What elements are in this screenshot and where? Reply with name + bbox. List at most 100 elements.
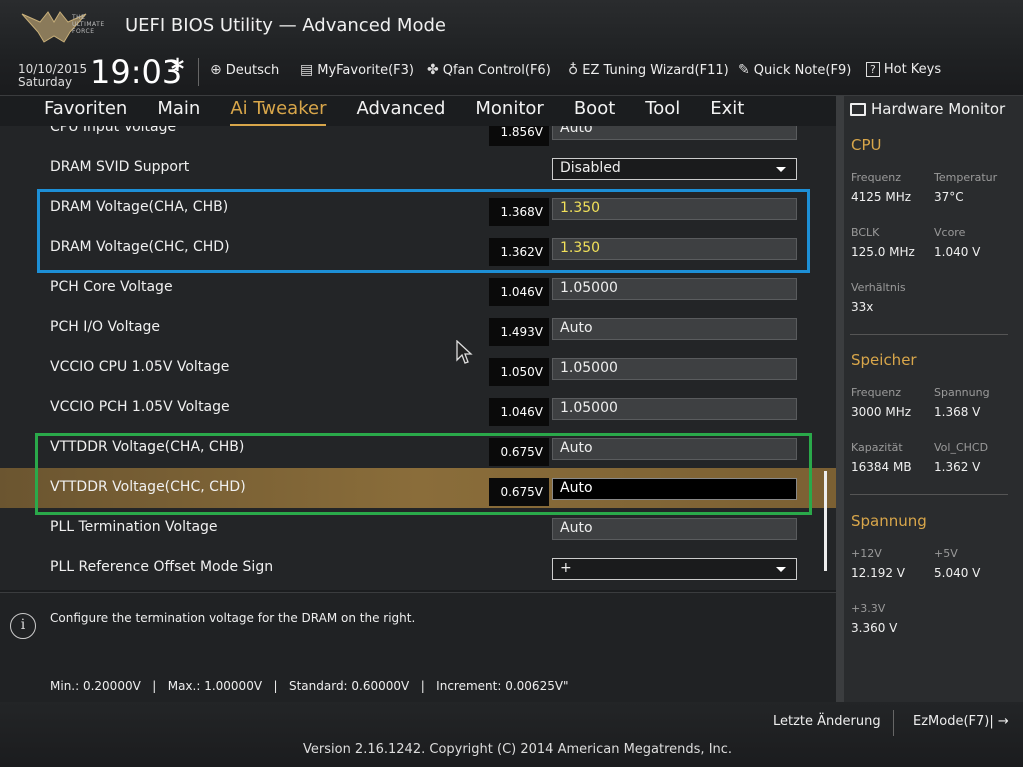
cpu-temp-value: 37°C <box>934 190 964 204</box>
ratio-value: 33x <box>851 300 874 314</box>
ratio-label: Verhältnis <box>851 281 906 294</box>
tab-favoriten[interactable]: Favoriten <box>44 98 127 126</box>
v12-label: +12V <box>851 547 882 560</box>
monitor-icon <box>850 102 866 116</box>
measured-voltage: 1.856V <box>489 126 549 146</box>
setting-dropdown[interactable]: Disabled <box>552 158 797 180</box>
setting-label: PCH I/O Voltage <box>50 319 161 335</box>
tab-exit[interactable]: Exit <box>710 98 744 126</box>
myfavorite-button[interactable]: ▤ MyFavorite(F3) <box>300 62 414 78</box>
setting-row[interactable]: PCH Core Voltage 1.046V 1.05000 <box>0 268 836 308</box>
tab-ai-tweaker[interactable]: Ai Tweaker <box>230 98 327 126</box>
setting-value-field[interactable]: 1.05000 <box>552 278 797 300</box>
voltage-limits: Min.: 0.20000V | Max.: 1.00000V | Standa… <box>50 679 569 693</box>
setting-label: VCCIO PCH 1.05V Voltage <box>50 399 230 415</box>
hw-monitor-label: Hardware Monitor <box>871 100 1006 118</box>
clock: 19:03 <box>90 53 183 91</box>
setting-value-field[interactable]: Auto <box>552 318 797 340</box>
divider <box>893 710 894 736</box>
hot-keys-button[interactable]: ? Hot Keys <box>866 62 941 77</box>
help-icon: ? <box>866 62 880 77</box>
setting-row[interactable]: PLL Reference Offset Mode Sign + <box>0 548 836 588</box>
setting-value-field[interactable]: 1.05000 <box>552 358 797 380</box>
weekday-text: Saturday <box>18 75 73 89</box>
setting-row[interactable]: VCCIO CPU 1.05V Voltage 1.050V 1.05000 <box>0 348 836 388</box>
vol-chcd-value: 1.362 V <box>934 460 981 474</box>
note-icon: ✎ <box>738 62 750 78</box>
chevron-down-icon <box>776 567 786 572</box>
measured-voltage: 1.046V <box>489 278 549 306</box>
quick-note-button[interactable]: ✎ Quick Note(F9) <box>738 62 851 78</box>
globe-icon: ⊕ <box>210 62 222 78</box>
setting-row[interactable]: DRAM SVID Support Disabled <box>0 148 836 188</box>
setting-row[interactable]: PCH I/O Voltage 1.493V Auto <box>0 308 836 348</box>
help-panel: i Configure the termination voltage for … <box>0 592 836 702</box>
last-change-button[interactable]: Letzte Änderung <box>773 714 881 729</box>
memory-heading: Speicher <box>851 351 917 369</box>
tab-monitor[interactable]: Monitor <box>475 98 543 126</box>
vcore-value: 1.040 V <box>934 245 981 259</box>
exit-icon: → <box>997 714 1009 729</box>
setting-label: VCCIO CPU 1.05V Voltage <box>50 359 230 375</box>
logo-text: THE ULTIMATE FORCE <box>72 14 105 35</box>
ez-tuning-label: EZ Tuning Wizard(F11) <box>582 62 729 78</box>
hot-keys-label: Hot Keys <box>883 62 942 77</box>
lightbulb-icon: ♁ <box>568 62 579 78</box>
vcore-label: Vcore <box>934 226 966 239</box>
settings-panel: CPU Input Voltage 1.856V Auto DRAM SVID … <box>0 126 836 590</box>
hardware-monitor: Hardware Monitor CPU Frequenz 4125 MHz T… <box>844 96 1023 702</box>
setting-value-field[interactable]: 1.05000 <box>552 398 797 420</box>
scrollbar-thumb[interactable] <box>824 471 827 571</box>
mem-volt-label: Spannung <box>934 386 990 399</box>
bclk-label: BCLK <box>851 226 880 239</box>
v33-label: +3.3V <box>851 602 886 615</box>
v12-value: 12.192 V <box>851 566 906 580</box>
gear-icon[interactable]: ✲ <box>170 55 185 76</box>
voltage-heading: Spannung <box>851 512 927 530</box>
mem-freq-value: 3000 MHz <box>851 405 912 419</box>
setting-value-field[interactable]: Auto <box>552 518 797 540</box>
dram-voltage-highlight-box <box>37 189 810 273</box>
dropdown-value: + <box>560 560 572 576</box>
tab-advanced[interactable]: Advanced <box>356 98 445 126</box>
divider <box>850 334 1008 335</box>
mem-cap-value: 16384 MB <box>851 460 912 474</box>
ez-tuning-button[interactable]: ♁ EZ Tuning Wizard(F11) <box>568 62 729 78</box>
language-button[interactable]: ⊕ Deutsch <box>210 62 279 78</box>
divider <box>198 58 199 86</box>
language-label: Deutsch <box>225 62 280 78</box>
mouse-cursor-icon <box>456 340 473 364</box>
mem-cap-label: Kapazität <box>851 441 903 454</box>
quick-note-label: Quick Note(F9) <box>753 62 852 78</box>
divider <box>850 494 1008 495</box>
setting-row[interactable]: CPU Input Voltage 1.856V Auto <box>0 126 836 148</box>
tab-main[interactable]: Main <box>157 98 200 126</box>
mem-volt-value: 1.368 V <box>934 405 981 419</box>
setting-label: DRAM SVID Support <box>50 159 190 175</box>
qfan-button[interactable]: ✤ Qfan Control(F6) <box>427 62 551 78</box>
chevron-down-icon <box>776 167 786 172</box>
info-icon: i <box>10 613 36 639</box>
ezmode-button[interactable]: EzMode(F7)| → <box>913 714 1009 729</box>
tab-boot[interactable]: Boot <box>574 98 615 126</box>
ezmode-label: EzMode(F7)| <box>913 714 994 729</box>
footer-bar: Letzte Änderung EzMode(F7)| → Version 2.… <box>0 702 1023 767</box>
measured-voltage: 1.050V <box>489 358 549 386</box>
favorite-icon: ▤ <box>300 62 314 78</box>
scroll-track[interactable] <box>836 96 844 702</box>
setting-value-field[interactable]: Auto <box>552 126 797 140</box>
measured-voltage: 1.046V <box>489 398 549 426</box>
vol-chcd-label: Vol_CHCD <box>934 441 989 454</box>
tab-tool[interactable]: Tool <box>645 98 680 126</box>
copyright-text: Version 2.16.1242. Copyright (C) 2014 Am… <box>303 742 733 757</box>
v5-value: 5.040 V <box>934 566 981 580</box>
cpu-freq-label: Frequenz <box>851 171 902 184</box>
top-bar: THE ULTIMATE FORCE UEFI BIOS Utility — A… <box>0 0 1023 96</box>
cpu-freq-value: 4125 MHz <box>851 190 912 204</box>
v33-value: 3.360 V <box>851 621 898 635</box>
measured-voltage: 1.493V <box>489 318 549 346</box>
setting-dropdown[interactable]: + <box>552 558 797 580</box>
setting-row[interactable]: VCCIO PCH 1.05V Voltage 1.046V 1.05000 <box>0 388 836 428</box>
myfavorite-label: MyFavorite(F3) <box>317 62 414 78</box>
qfan-label: Qfan Control(F6) <box>442 62 551 78</box>
